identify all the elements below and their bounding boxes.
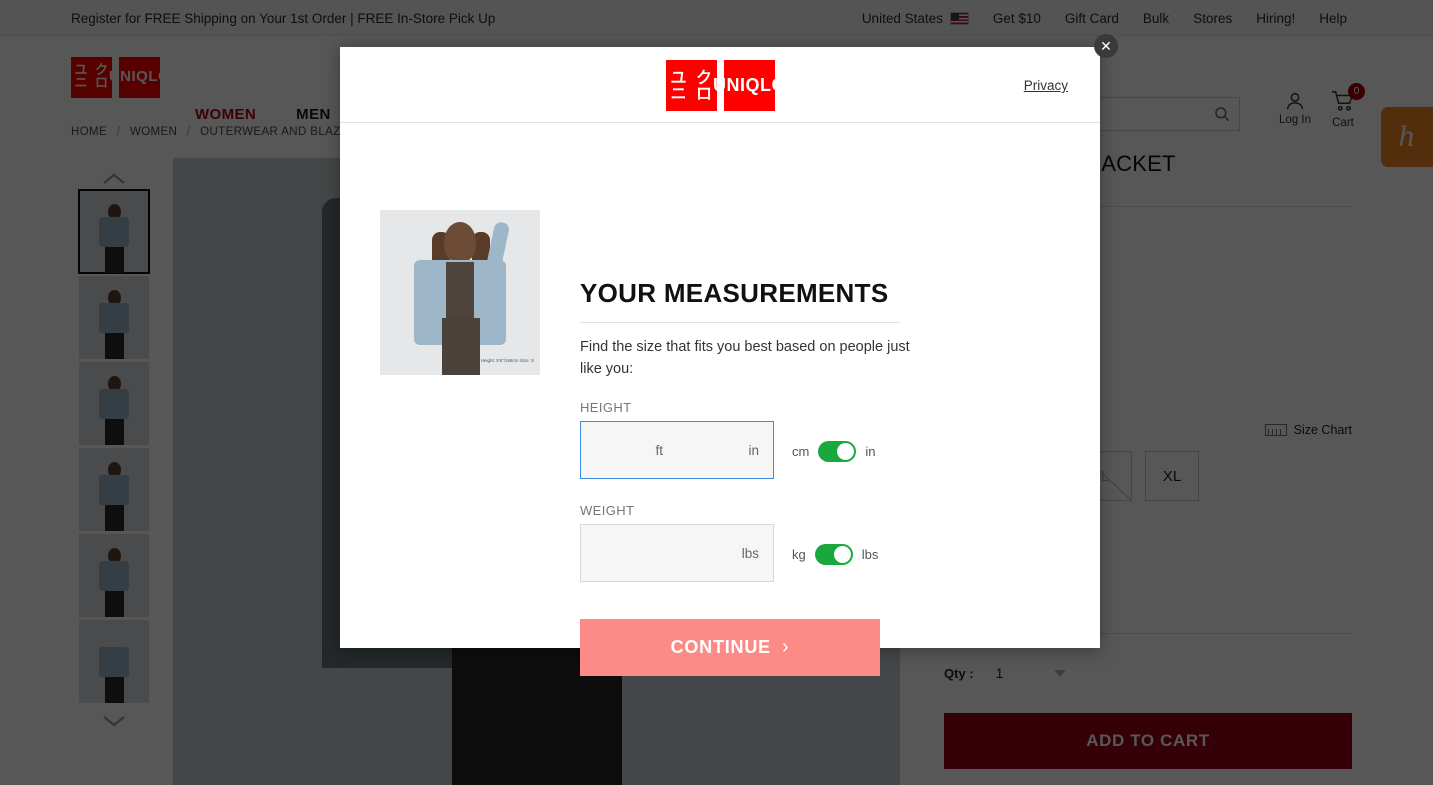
modal-logo-jp-line1: ユニ xyxy=(670,68,687,103)
modal-logo-square-latin: UNI QLO xyxy=(713,60,786,111)
model-skirt xyxy=(442,318,480,375)
model-photo: Height: 5'6"/168cm Size: S xyxy=(380,210,540,375)
switch-knob xyxy=(833,546,851,563)
weight-unit-lbs-label[interactable]: lbs xyxy=(862,547,879,562)
continue-label: CONTINUE xyxy=(670,637,771,657)
height-label: HEIGHT xyxy=(580,400,632,415)
close-icon[interactable]: ✕ xyxy=(1094,34,1118,58)
modal-subtitle: Find the size that fits you best based o… xyxy=(580,339,910,378)
modal-header: ユニ クロ UNI QLO Privacy xyxy=(340,47,1100,123)
chevron-right-icon: › xyxy=(781,636,790,658)
model-head xyxy=(444,222,476,262)
modal-uniqlo-logo: ユニ クロ UNI QLO xyxy=(666,60,786,111)
weight-unit-toggle: kg lbs xyxy=(792,544,878,565)
modal-logo-square-japanese: ユニ クロ xyxy=(666,60,717,111)
weight-label: WEIGHT xyxy=(580,503,635,518)
height-unit-toggle: cm in xyxy=(792,441,875,462)
height-unit-cm-label[interactable]: cm xyxy=(792,444,809,459)
modal-logo-en-line1: UNI xyxy=(713,74,746,95)
modal-title: YOUR MEASUREMENTS xyxy=(580,278,889,308)
model-shirt xyxy=(446,262,474,320)
measurements-modal: ✕ ユニ クロ UNI QLO Privacy Height: 5'6"/168… xyxy=(340,34,1118,676)
height-inches-field[interactable]: in xyxy=(677,422,773,478)
title-divider xyxy=(580,322,900,323)
height-feet-field[interactable]: ft xyxy=(581,422,677,478)
privacy-link[interactable]: Privacy xyxy=(1024,78,1068,93)
model-size-caption: Height: 5'6"/168cm Size: S xyxy=(480,358,534,364)
weight-field[interactable]: lbs xyxy=(581,525,773,581)
height-unit-in-label[interactable]: in xyxy=(865,444,875,459)
modal-logo-en-line2: QLO xyxy=(745,74,786,95)
weight-input[interactable]: lbs xyxy=(580,524,774,582)
weight-unit-switch[interactable] xyxy=(814,544,853,565)
height-unit-switch[interactable] xyxy=(818,441,857,462)
weight-unit-kg-label[interactable]: kg xyxy=(792,547,806,562)
switch-knob xyxy=(837,443,855,460)
height-input[interactable]: ft in xyxy=(580,421,774,479)
continue-button[interactable]: CONTINUE › xyxy=(580,619,880,676)
